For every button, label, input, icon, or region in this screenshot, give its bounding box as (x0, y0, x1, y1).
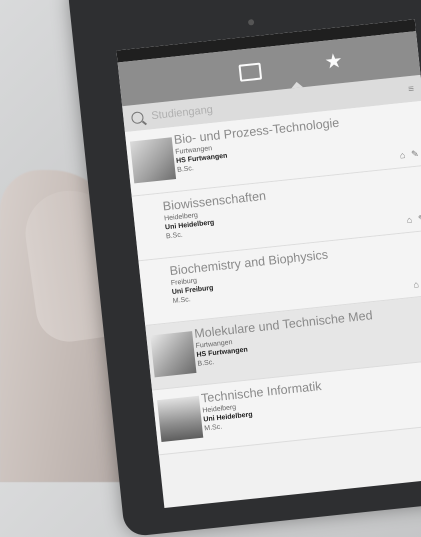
item-thumbnail (129, 137, 177, 184)
filter-icon[interactable]: ≡ (408, 83, 415, 95)
briefcase-icon[interactable]: ⌂ (406, 215, 413, 227)
search-icon (130, 111, 145, 125)
star-icon[interactable]: ★ (323, 48, 344, 75)
item-actions: ⌂ ✎ (406, 213, 421, 226)
item-degree: B.Sc. (176, 165, 195, 174)
tablet-device: ★ ≡ Bio- und Prozess-Technologie Furtwan… (66, 0, 421, 537)
item-degree: M.Sc. (172, 296, 192, 305)
edit-icon[interactable]: ✎ (418, 213, 421, 225)
item-university: Uni Freiburg (171, 284, 214, 297)
item-thumbnail (150, 331, 197, 378)
item-title: Technische Informatik (200, 378, 323, 406)
briefcase-icon[interactable]: ⌂ (399, 150, 406, 162)
item-degree: B.Sc. (165, 231, 184, 241)
tablet-screen: ★ ≡ Bio- und Prozess-Technologie Furtwan… (116, 19, 421, 509)
program-list: Bio- und Prozess-Technologie Furtwangen … (124, 100, 421, 456)
briefcase-icon[interactable]: ⌂ (413, 279, 420, 291)
edit-icon[interactable]: ✎ (411, 149, 420, 161)
folder-icon[interactable] (238, 62, 263, 82)
item-thumbnail (157, 395, 204, 442)
item-actions: ⌂ ✎ (413, 278, 421, 291)
item-degree: B.Sc. (197, 359, 215, 368)
item-actions: ⌂ ✎ (399, 149, 419, 162)
item-title: Biowissenschaften (162, 188, 267, 214)
item-degree: M.Sc. (203, 423, 223, 433)
camera (247, 19, 255, 26)
selection-indicator (290, 81, 304, 89)
item-city: Freiburg (170, 277, 198, 288)
